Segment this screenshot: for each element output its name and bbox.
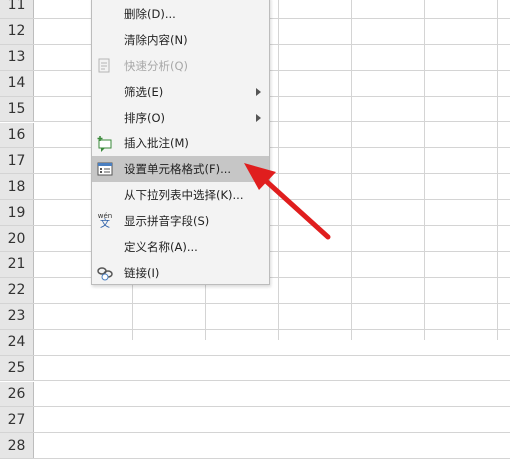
- row-header[interactable]: 12: [0, 18, 34, 44]
- row-header[interactable]: 18: [0, 174, 34, 200]
- row-header[interactable]: 16: [0, 122, 34, 148]
- context-menu-item[interactable]: 清除内容(N): [92, 27, 269, 53]
- row-header[interactable]: 22: [0, 277, 34, 303]
- menu-item-label: 显示拼音字段(S): [124, 214, 210, 229]
- context-menu-item: 快速分析(Q): [92, 53, 269, 79]
- context-menu-item[interactable]: 设置单元格格式(F)...: [92, 156, 269, 183]
- row-header[interactable]: 23: [0, 303, 34, 329]
- submenu-arrow-icon: [256, 113, 261, 122]
- menu-item-label: 排序(O): [124, 110, 166, 125]
- context-menu-item[interactable]: 排序(O): [92, 105, 269, 131]
- row-header[interactable]: 14: [0, 70, 34, 96]
- row-header[interactable]: 19: [0, 200, 34, 226]
- menu-item-label: 快速分析(Q): [124, 58, 189, 73]
- menu-item-label: 从下拉列表中选择(K)...: [124, 188, 244, 203]
- row-header[interactable]: 26: [0, 381, 34, 407]
- context-menu-item[interactable]: 插入批注(M): [92, 131, 269, 157]
- format-cells-icon: [96, 160, 114, 178]
- quick-analysis-icon: [96, 57, 114, 75]
- submenu-arrow-icon: [256, 87, 261, 96]
- menu-item-label: 链接(I): [124, 265, 160, 280]
- row-header[interactable]: 11: [0, 0, 34, 18]
- row-header[interactable]: 25: [0, 355, 34, 381]
- context-menu-item[interactable]: wén 文显示拼音字段(S): [92, 208, 269, 234]
- row-header[interactable]: 13: [0, 44, 34, 70]
- row-header[interactable]: 27: [0, 407, 34, 433]
- context-menu-item[interactable]: 筛选(E): [92, 79, 269, 105]
- sheet-row[interactable]: 27: [0, 407, 510, 434]
- menu-item-label: 删除(D)...: [124, 6, 176, 21]
- sheet-row[interactable]: 24: [0, 329, 510, 356]
- insert-comment-icon: [96, 135, 114, 153]
- menu-item-label: 设置单元格格式(F)...: [124, 162, 232, 177]
- row-header[interactable]: 24: [0, 329, 34, 355]
- phonetic-icon: wén 文: [96, 212, 114, 230]
- context-menu-item[interactable]: 链接(I): [92, 260, 269, 286]
- sheet-row[interactable]: 26: [0, 381, 510, 408]
- context-menu: 删除(D)... 清除内容(N) 快速分析(Q) 筛选(E) 排序(O) 插入批注(M) 设…: [91, 0, 270, 285]
- row-header[interactable]: 21: [0, 252, 34, 277]
- sheet-row[interactable]: 28: [0, 433, 510, 459]
- row-header[interactable]: 20: [0, 226, 34, 251]
- link-icon: [96, 264, 114, 282]
- menu-item-label: 清除内容(N): [124, 32, 188, 47]
- sheet-row[interactable]: 23: [0, 303, 510, 330]
- row-header[interactable]: 15: [0, 96, 34, 122]
- menu-item-label: 定义名称(A)...: [124, 240, 198, 255]
- menu-item-label: 插入批注(M): [124, 136, 189, 151]
- context-menu-item[interactable]: 删除(D)...: [92, 1, 269, 27]
- menu-item-label: 筛选(E): [124, 84, 164, 99]
- context-menu-item[interactable]: 从下拉列表中选择(K)...: [92, 182, 269, 208]
- row-header[interactable]: 17: [0, 148, 34, 174]
- context-menu-item[interactable]: 定义名称(A)...: [92, 234, 269, 260]
- phonetic-icon-bottom: 文: [100, 219, 110, 231]
- row-header[interactable]: 28: [0, 433, 34, 459]
- sheet-row[interactable]: 25: [0, 355, 510, 382]
